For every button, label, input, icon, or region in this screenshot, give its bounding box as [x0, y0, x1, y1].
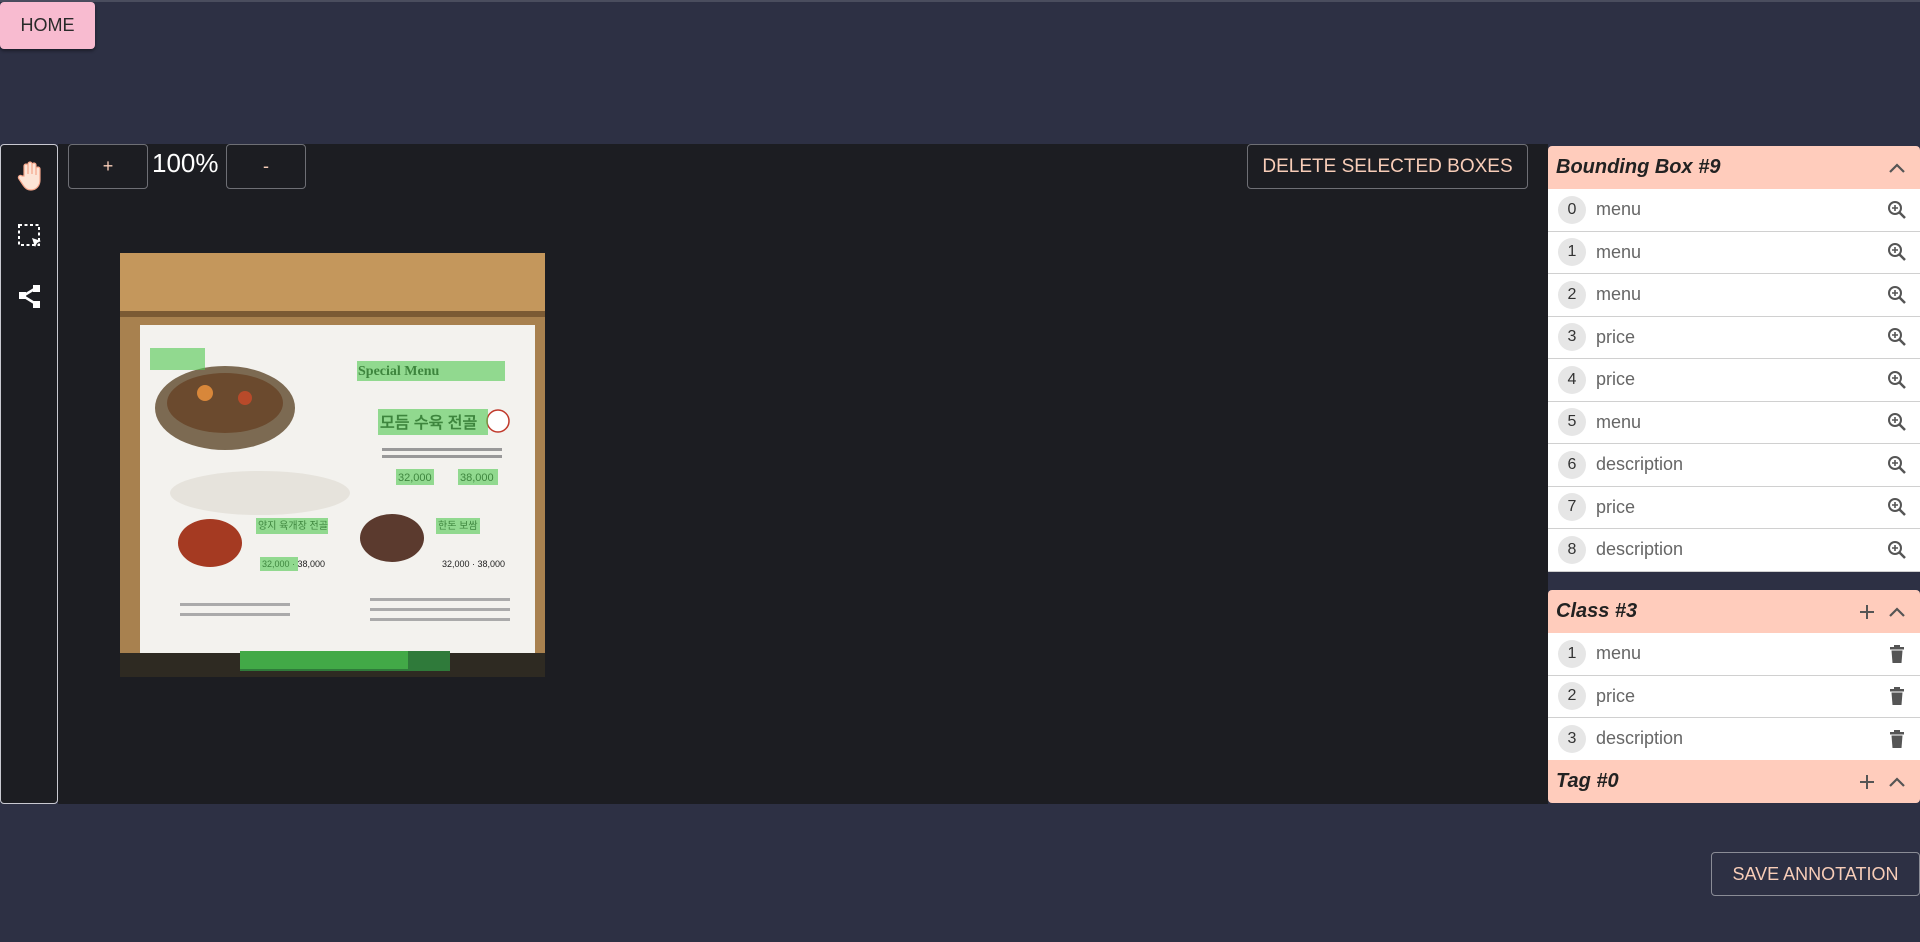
delete-selected-boxes-button[interactable]: DELETE SELECTED BOXES: [1247, 144, 1528, 189]
class-panel: Class #3 1 menu 2 price 3 description: [1548, 590, 1920, 761]
bounding-box-row[interactable]: 0 menu: [1548, 189, 1920, 232]
zoom-in-icon[interactable]: [1884, 197, 1910, 223]
row-label: price: [1596, 496, 1636, 517]
zoom-in-icon[interactable]: [1884, 452, 1910, 478]
row-index: 3: [1558, 724, 1586, 753]
bounding-box-row[interactable]: 7 price: [1548, 486, 1920, 529]
plus-icon[interactable]: [1852, 767, 1882, 797]
row-label: menu: [1596, 284, 1642, 305]
svg-text:32,000 · 38,000: 32,000 · 38,000: [442, 559, 505, 569]
bounding-box-panel: Bounding Box #9 0 menu 1 menu 2 menu 3 price 4 pr…: [1548, 146, 1920, 572]
zoom-in-icon[interactable]: [1884, 367, 1910, 393]
plus-icon[interactable]: [1852, 597, 1882, 627]
row-label: menu: [1596, 643, 1642, 664]
class-panel-title: Class #3: [1556, 600, 1638, 622]
zoom-level: 100%: [152, 148, 219, 178]
row-index: 2: [1558, 280, 1586, 309]
hand-icon[interactable]: [13, 159, 47, 193]
zoom-in-icon[interactable]: [1884, 324, 1910, 350]
row-label: description: [1596, 454, 1684, 475]
save-annotation-button[interactable]: SAVE ANNOTATION: [1711, 852, 1920, 896]
row-label: description: [1596, 728, 1684, 749]
row-label: menu: [1596, 199, 1642, 220]
zoom-in-icon[interactable]: [1884, 282, 1910, 308]
chevron-up-icon[interactable]: [1882, 597, 1912, 627]
zoom-in-button[interactable]: +: [68, 144, 148, 189]
menu-photo: Special Menu 모듬 수육 전골 32,000 38,000 양지 육…: [120, 253, 545, 677]
row-index: 1: [1558, 639, 1586, 668]
bounding-box-row[interactable]: 4 price: [1548, 359, 1920, 402]
row-label: price: [1596, 369, 1636, 390]
class-row[interactable]: 3 description: [1548, 718, 1920, 761]
home-button[interactable]: HOME: [0, 2, 95, 49]
row-index: 5: [1558, 408, 1586, 437]
zoom-in-icon[interactable]: [1884, 409, 1910, 435]
bounding-box-row[interactable]: 1 menu: [1548, 231, 1920, 274]
row-label: menu: [1596, 241, 1642, 262]
row-index: 6: [1558, 450, 1586, 479]
annotated-image[interactable]: Special Menu 모듬 수육 전골 32,000 38,000 양지 육…: [120, 253, 545, 677]
row-index: 4: [1558, 365, 1586, 394]
bounding-box-row[interactable]: 8 description: [1548, 529, 1920, 572]
row-index: 2: [1558, 682, 1586, 711]
zoom-out-button[interactable]: -: [226, 144, 306, 189]
polygon-icon[interactable]: [13, 279, 47, 313]
bounding-box-row[interactable]: 2 menu: [1548, 274, 1920, 317]
bounding-box-row[interactable]: 6 description: [1548, 444, 1920, 487]
row-index: 0: [1558, 195, 1586, 224]
bounding-box-row[interactable]: 3 price: [1548, 316, 1920, 359]
tool-sidebar: [0, 144, 58, 804]
tag-panel-header[interactable]: Tag #0: [1548, 760, 1920, 803]
zoom-in-icon[interactable]: [1884, 494, 1910, 520]
bounding-box-panel-header[interactable]: Bounding Box #9: [1548, 146, 1920, 189]
chevron-up-icon[interactable]: [1882, 767, 1912, 797]
class-panel-header[interactable]: Class #3: [1548, 590, 1920, 633]
top-divider: [0, 0, 1920, 2]
trash-icon[interactable]: [1884, 683, 1910, 709]
row-index: 8: [1558, 535, 1586, 564]
zoom-in-icon[interactable]: [1884, 537, 1910, 563]
bounding-box-panel-title: Bounding Box #9: [1556, 156, 1721, 178]
chevron-up-icon[interactable]: [1882, 153, 1912, 183]
trash-icon[interactable]: [1884, 726, 1910, 752]
annotation-canvas[interactable]: + 100% - DELETE SELECTED BOXES Special M…: [58, 144, 1548, 804]
row-label: description: [1596, 539, 1684, 560]
class-row[interactable]: 2 price: [1548, 675, 1920, 718]
box-select-icon[interactable]: [13, 219, 47, 253]
row-label: price: [1596, 685, 1636, 706]
row-index: 1: [1558, 238, 1586, 267]
class-row[interactable]: 1 menu: [1548, 633, 1920, 676]
zoom-in-icon[interactable]: [1884, 239, 1910, 265]
tag-panel: Tag #0: [1548, 760, 1920, 803]
row-index: 3: [1558, 323, 1586, 352]
trash-icon[interactable]: [1884, 641, 1910, 667]
row-label: menu: [1596, 411, 1642, 432]
row-label: price: [1596, 326, 1636, 347]
tag-panel-title: Tag #0: [1556, 770, 1619, 792]
bounding-box-row[interactable]: 5 menu: [1548, 401, 1920, 444]
row-index: 7: [1558, 493, 1586, 522]
